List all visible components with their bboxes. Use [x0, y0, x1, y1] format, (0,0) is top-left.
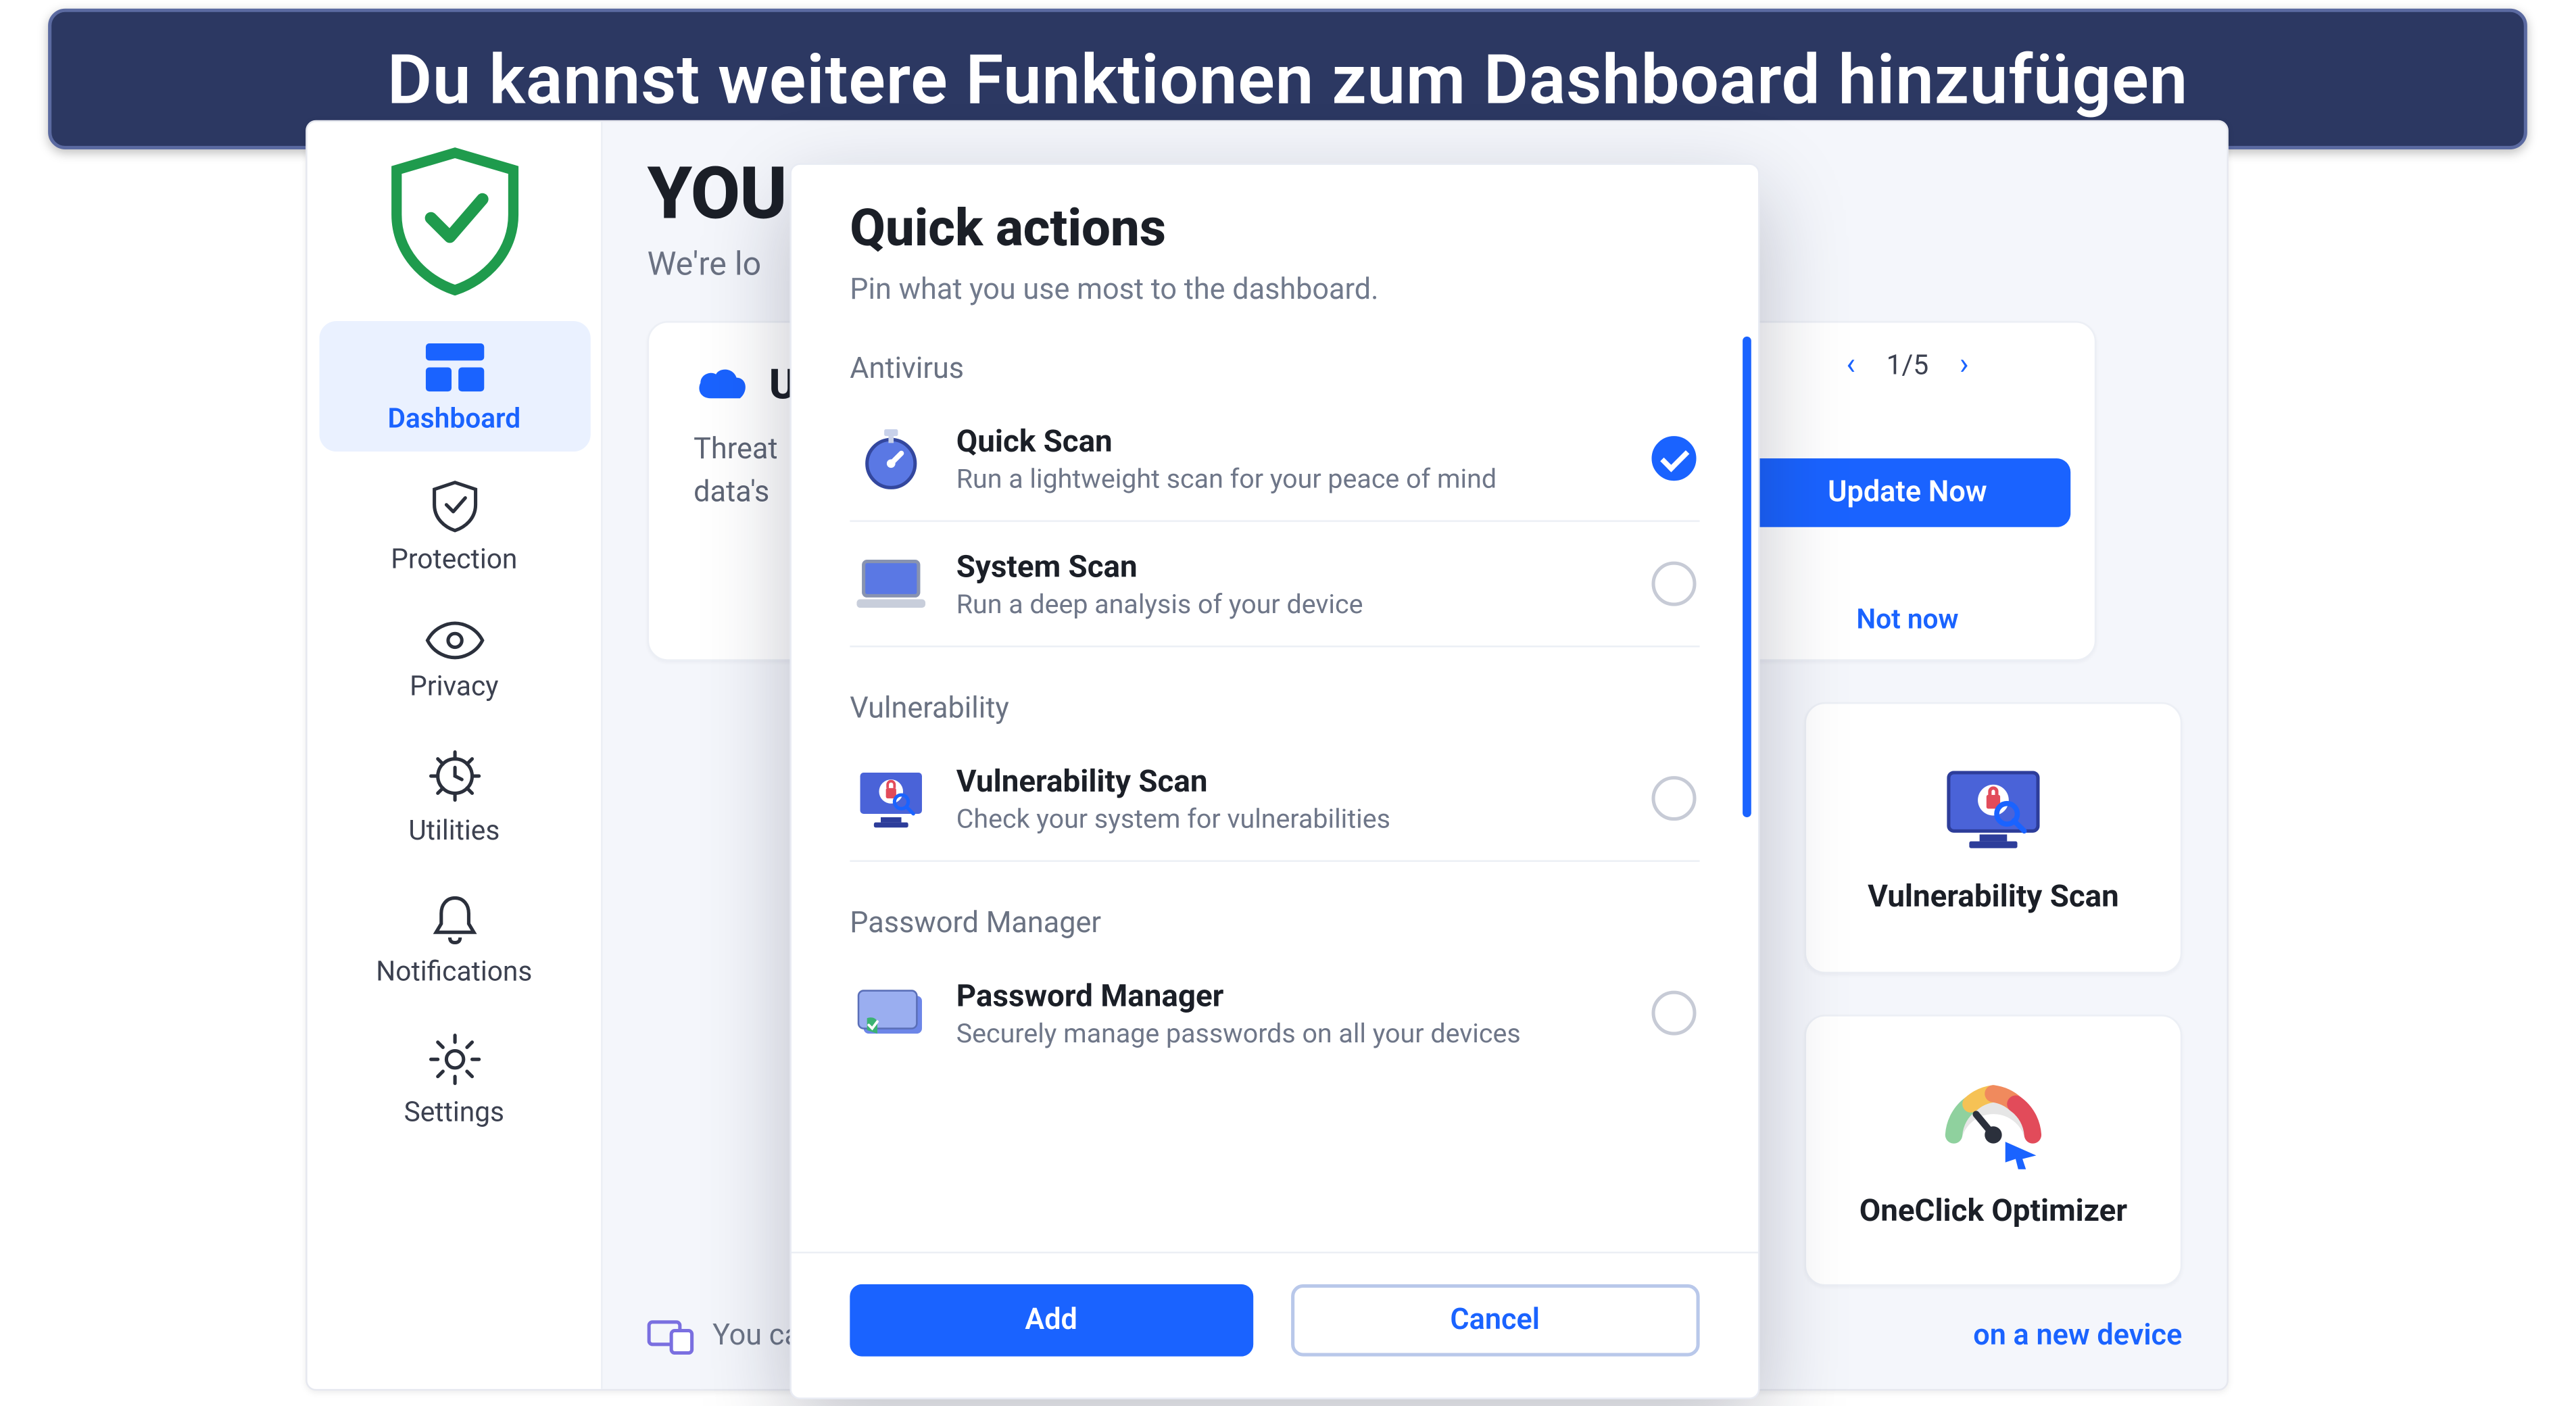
sidebar-item-protection[interactable]: Protection [318, 458, 589, 592]
modal-title: Quick actions [850, 199, 1699, 260]
radio-unchecked-icon[interactable] [1651, 991, 1696, 1036]
option-system-scan[interactable]: System Scan Run a deep analysis of your … [850, 522, 1699, 647]
option-password-manager[interactable]: Password Manager Securely manage passwor… [850, 951, 1699, 1075]
option-desc: Run a deep analysis of your device [956, 588, 1624, 619]
add-button[interactable]: Add [850, 1284, 1253, 1357]
sidebar-item-settings[interactable]: Settings [318, 1011, 589, 1145]
radio-unchecked-icon[interactable] [1651, 776, 1696, 821]
threat-line1: Threat [694, 433, 777, 467]
option-desc: Securely manage passwords on all your de… [956, 1017, 1624, 1048]
sidebar-item-utilities[interactable]: Utilities [318, 726, 589, 863]
update-card: ‹ 1/5 › Update Now Not now [1719, 321, 2097, 661]
devices-icon [648, 1317, 696, 1355]
gear-clock-icon [318, 747, 589, 805]
sidebar: Dashboard Protection Privacy Utilities [308, 122, 603, 1389]
option-name: Password Manager [956, 978, 1624, 1014]
sidebar-item-label: Settings [318, 1096, 589, 1128]
sidebar-item-label: Protection [318, 543, 589, 575]
caption-text: Du kannst weitere Funktionen zum Dashboa… [387, 39, 2188, 119]
option-name: Vulnerability Scan [956, 763, 1624, 799]
install-text-prefix: You ca [712, 1319, 800, 1353]
sidebar-item-label: Utilities [318, 814, 589, 846]
sidebar-item-dashboard[interactable]: Dashboard [318, 321, 589, 452]
radio-unchecked-icon[interactable] [1651, 562, 1696, 606]
modal-subtitle: Pin what you use most to the dashboard. [850, 273, 1699, 308]
option-name: Quick Scan [956, 423, 1624, 459]
sidebar-item-label: Privacy [318, 670, 589, 702]
radio-checked-icon[interactable] [1651, 436, 1696, 481]
bell-icon [318, 891, 589, 946]
cancel-button[interactable]: Cancel [1290, 1284, 1700, 1357]
pager-display: 1/5 [1887, 349, 1928, 381]
option-vulnerability-scan[interactable]: Vulnerability Scan Check your system for… [850, 737, 1699, 862]
chevron-left-icon[interactable]: ‹ [1846, 347, 1855, 383]
cloud-icon [694, 364, 752, 405]
monitor-lock-icon [1939, 761, 2049, 854]
eye-icon [318, 620, 589, 661]
monitor-lock-icon [853, 760, 929, 836]
tile-label: Vulnerability Scan [1868, 878, 2119, 914]
scrollbar-thumb[interactable] [1743, 337, 1751, 817]
sidebar-item-label: Dashboard [318, 402, 589, 434]
sidebar-item-label: Notifications [318, 954, 589, 987]
pager: ‹ 1/5 › [1846, 347, 1968, 383]
chevron-right-icon[interactable]: › [1960, 347, 1969, 383]
option-name: System Scan [956, 549, 1624, 585]
gauge-cursor-icon [1937, 1072, 2050, 1168]
option-desc: Check your system for vulnerabilities [956, 802, 1624, 833]
sidebar-item-notifications[interactable]: Notifications [318, 871, 589, 1004]
shield-check-icon [375, 143, 533, 297]
update-now-button[interactable]: Update Now [1745, 458, 2071, 527]
gear-icon [318, 1032, 589, 1087]
not-now-button[interactable]: Not now [1856, 603, 1958, 635]
wallet-shield-icon [853, 975, 929, 1051]
quick-actions-modal: Quick actions Pin what you use most to t… [789, 163, 1759, 1399]
shield-icon [318, 479, 589, 534]
tile-label: OneClick Optimizer [1860, 1192, 2127, 1228]
laptop-icon [853, 546, 929, 622]
tile-oneclick-optimizer[interactable]: OneClick Optimizer [1805, 1015, 2183, 1286]
threat-line2: data's [694, 475, 769, 510]
tile-vulnerability-scan[interactable]: Vulnerability Scan [1805, 702, 2183, 973]
section-heading-antivirus: Antivirus [850, 352, 1699, 387]
section-heading-password-manager: Password Manager [850, 906, 1699, 941]
sidebar-item-privacy[interactable]: Privacy [318, 599, 589, 719]
dashboard-icon [318, 341, 589, 393]
install-link[interactable]: on a new device [1973, 1319, 2182, 1353]
stopwatch-scan-icon [853, 420, 929, 496]
section-heading-vulnerability: Vulnerability [850, 692, 1699, 727]
option-desc: Run a lightweight scan for your peace of… [956, 463, 1624, 494]
option-quick-scan[interactable]: Quick Scan Run a lightweight scan for yo… [850, 397, 1699, 522]
